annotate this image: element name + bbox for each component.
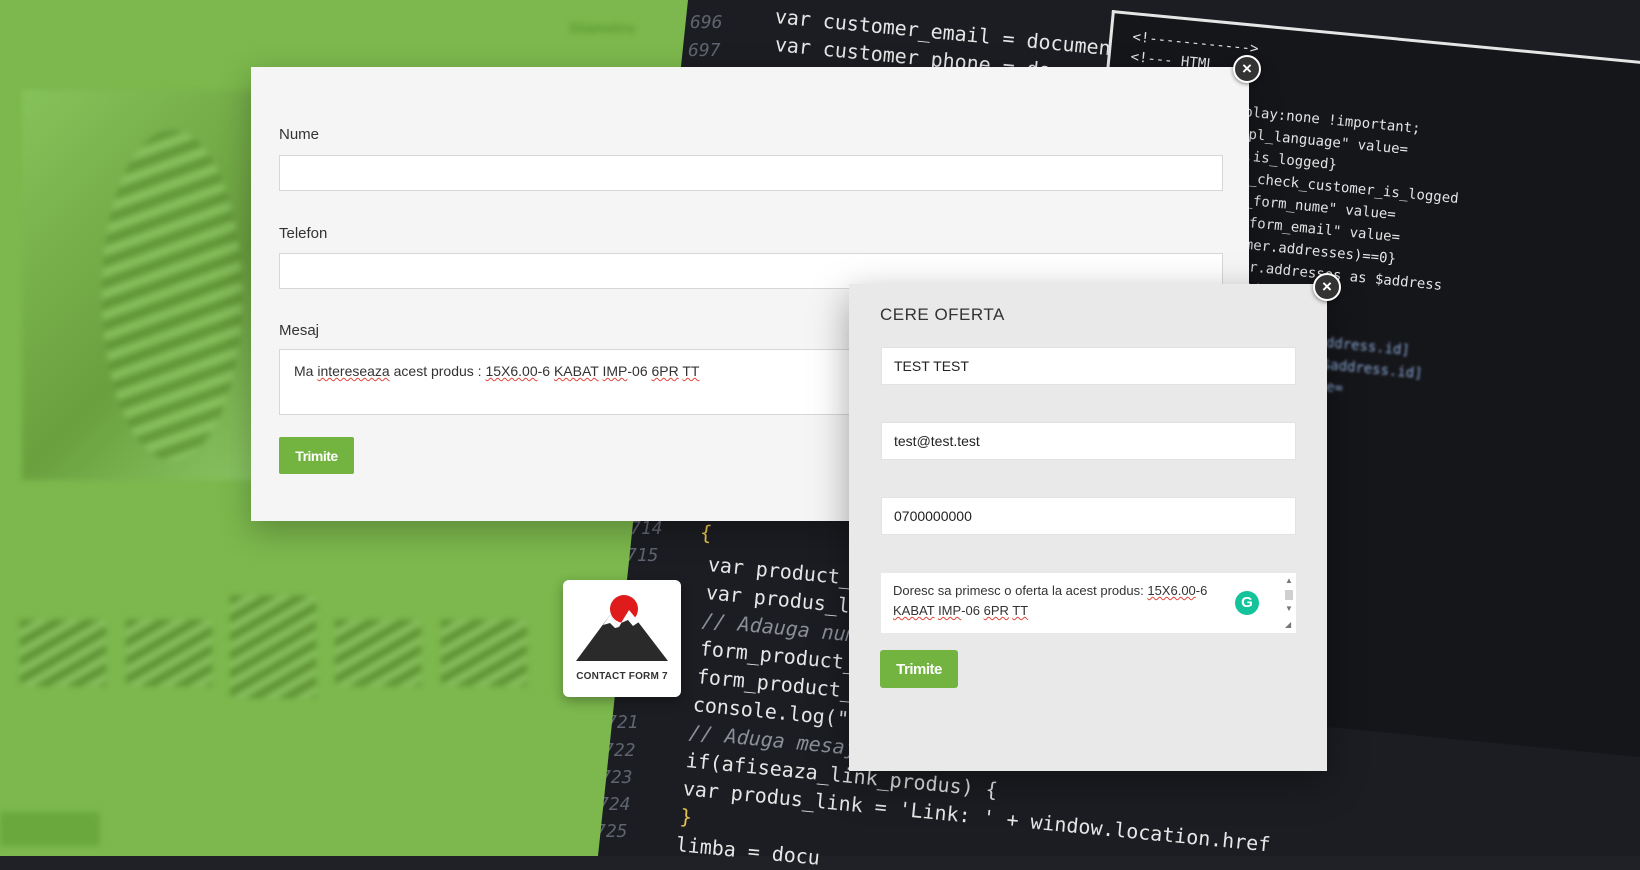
grammarly-icon[interactable]: G	[1235, 591, 1259, 615]
product-thumbnail[interactable]	[230, 596, 316, 698]
offer-name-field[interactable]: TEST TEST	[881, 347, 1296, 385]
scroll-down-icon[interactable]: ▼	[1285, 604, 1293, 613]
submit-button[interactable]: Trimite	[279, 437, 354, 474]
contact-form-7-logo: CONTACT FORM 7	[563, 580, 681, 697]
line-number: 696	[690, 12, 723, 33]
resize-handle-icon[interactable]: ◢	[1285, 620, 1291, 629]
code-line: {	[698, 520, 714, 546]
message-text: TT	[682, 363, 700, 379]
close-icon[interactable]: ×	[1233, 55, 1261, 83]
product-thumbnail[interactable]	[441, 620, 527, 686]
message-text: intereseaza	[317, 363, 390, 379]
product-thumbnail[interactable]	[126, 620, 212, 686]
line-number: 697	[688, 40, 721, 61]
name-field[interactable]	[279, 155, 1223, 191]
line-number: 714	[630, 518, 663, 539]
message-text: -06	[627, 363, 652, 379]
name-label: Nume	[279, 126, 320, 143]
message-text: Ma	[294, 363, 318, 379]
message-text: 15X6.00	[485, 363, 538, 379]
code-line: }	[678, 804, 694, 830]
scroll-up-icon[interactable]: ▲	[1285, 576, 1293, 585]
message-text: -6	[1195, 583, 1208, 598]
offer-modal: CERE OFERTA TEST TEST test@test.test 070…	[849, 284, 1327, 771]
background-button[interactable]	[0, 812, 100, 846]
product-image	[22, 90, 272, 480]
message-text: IMP	[938, 603, 962, 618]
mountain-icon	[576, 595, 668, 661]
code-line: limba = docu	[674, 832, 821, 870]
message-text: 6PR	[651, 363, 679, 379]
phone-label: Telefon	[279, 225, 328, 242]
offer-email-field[interactable]: test@test.test	[881, 422, 1296, 460]
line-number: 715	[626, 545, 659, 566]
message-label: Mesaj	[279, 322, 320, 339]
message-text: KABAT	[553, 363, 599, 379]
background-label: Diametru	[570, 20, 636, 37]
message-text: acest produs :	[389, 363, 486, 379]
message-text: -06	[961, 603, 984, 618]
textarea-scrollbar[interactable]: ▲ ▼ ◢	[1282, 574, 1296, 632]
offer-phone-field[interactable]: 0700000000	[881, 497, 1296, 535]
message-text: KABAT	[893, 603, 935, 618]
offer-message-textarea[interactable]: Doresc sa primesc o oferta la acest prod…	[881, 573, 1296, 633]
message-text: 15X6.00	[1147, 583, 1196, 598]
message-text: -6	[537, 363, 554, 379]
offer-submit-button[interactable]: Trimite	[880, 650, 958, 688]
message-text: Doresc sa primesc o oferta la acest prod…	[893, 583, 1148, 598]
offer-title: CERE OFERTA	[880, 305, 1005, 324]
message-text: IMP	[602, 363, 628, 379]
message-text: TT	[1012, 603, 1029, 618]
message-text: 6PR	[983, 603, 1009, 618]
product-thumbnail[interactable]	[335, 620, 421, 686]
product-thumbnail[interactable]	[20, 620, 106, 686]
scroll-thumb[interactable]	[1285, 590, 1293, 600]
close-icon[interactable]: ×	[1313, 273, 1341, 301]
cf7-label: CONTACT FORM 7	[576, 671, 668, 682]
